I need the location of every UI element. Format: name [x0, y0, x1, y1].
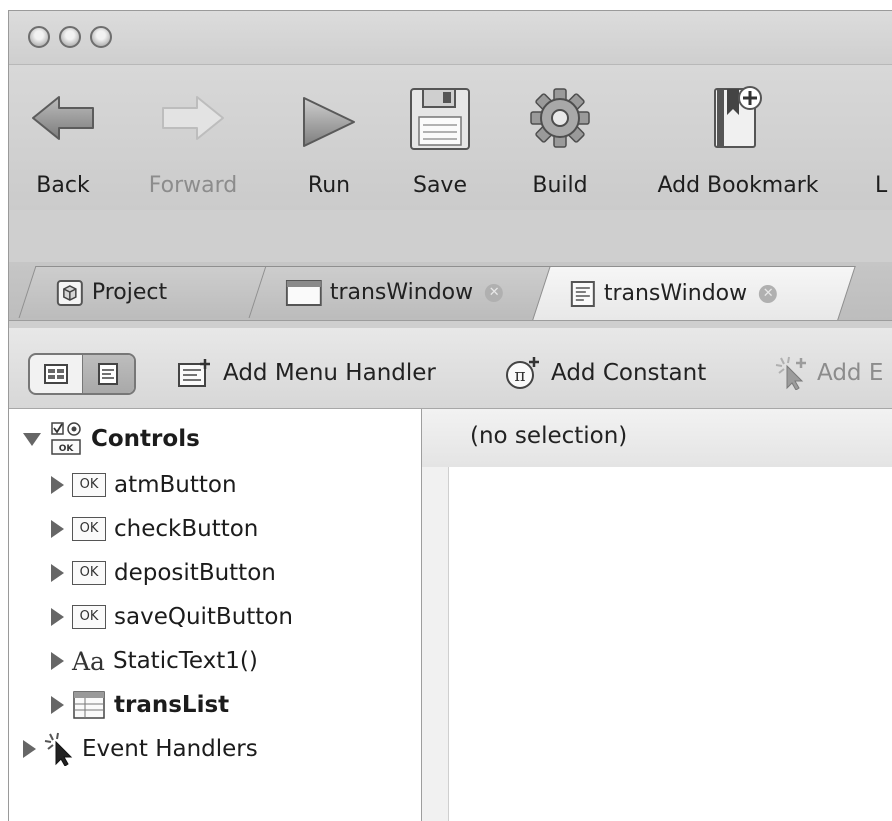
- add-constant-label: Add Constant: [551, 360, 707, 386]
- project-tree: OK Controls OK atmButton OK checkButton …: [9, 409, 422, 821]
- add-menu-handler-icon: [178, 359, 210, 387]
- window-icon: [285, 279, 322, 306]
- event-handlers-cursor-icon: [44, 732, 73, 766]
- tree-group-event-handlers-label: Event Handlers: [82, 736, 258, 762]
- controls-group-icon: OK: [51, 422, 81, 455]
- svg-text:π: π: [514, 366, 525, 386]
- project-icon: [56, 279, 83, 306]
- next-toolbar-button[interactable]: L: [875, 65, 892, 210]
- code-editor[interactable]: [449, 467, 892, 821]
- add-bookmark-button[interactable]: Add Bookmark: [635, 65, 841, 210]
- next-toolbar-label: L: [875, 173, 888, 198]
- disclosure-right-icon[interactable]: [51, 608, 64, 626]
- add-menu-handler-button[interactable]: Add Menu Handler: [177, 354, 436, 392]
- build-button[interactable]: Build: [519, 65, 601, 210]
- tree-item-label: checkButton: [114, 516, 259, 542]
- add-constant-button[interactable]: π Add Constant: [503, 354, 706, 392]
- tree-item-atmbutton[interactable]: OK atmButton: [51, 463, 237, 507]
- add-bookmark-label: Add Bookmark: [657, 173, 819, 198]
- close-tab-icon[interactable]: ✕: [485, 283, 504, 302]
- ok-button-icon: OK: [72, 517, 106, 541]
- code-view-icon: [98, 363, 119, 385]
- editor-toolbar: Add Menu Handler π Add Constant Add E: [9, 328, 892, 409]
- tab-project-label: Project: [91, 280, 168, 305]
- tree-item-statictext1[interactable]: Aa StaticText1(): [51, 639, 258, 683]
- forward-arrow-icon: [162, 96, 224, 140]
- tree-item-label: saveQuitButton: [114, 604, 293, 630]
- save-button[interactable]: Save: [405, 65, 475, 210]
- ok-button-icon: OK: [72, 473, 106, 497]
- run-label: Run: [307, 173, 351, 198]
- tree-group-controls[interactable]: OK Controls: [23, 417, 200, 461]
- tree-group-controls-label: Controls: [91, 426, 200, 452]
- tree-item-checkbutton[interactable]: OK checkButton: [51, 507, 258, 551]
- editor-header: (no selection): [422, 409, 892, 468]
- code-editor-icon: [570, 280, 595, 307]
- ok-button-icon: OK: [72, 605, 106, 629]
- add-bookmark-icon: [714, 86, 762, 148]
- disclosure-right-icon[interactable]: [51, 476, 64, 494]
- add-event-button[interactable]: Add E: [775, 354, 883, 392]
- add-menu-handler-label: Add Menu Handler: [223, 360, 436, 386]
- back-arrow-icon: [32, 96, 94, 140]
- view-toggle[interactable]: [28, 353, 136, 395]
- back-button[interactable]: Back: [23, 65, 103, 210]
- static-text-icon: Aa: [72, 646, 105, 676]
- floppy-disk-icon: [410, 88, 470, 150]
- build-label: Build: [532, 173, 588, 198]
- tab-transwindow-layout[interactable]: transWindow ✕: [248, 266, 578, 318]
- run-button[interactable]: Run: [294, 65, 364, 210]
- tab-strip: Project transWindow ✕ transWindow ✕: [9, 262, 892, 321]
- listbox-icon: [73, 691, 105, 719]
- gear-icon: [530, 88, 590, 148]
- tree-item-label: transList: [114, 692, 230, 718]
- disclosure-right-icon[interactable]: [51, 564, 64, 582]
- code-view-segment[interactable]: [81, 355, 134, 393]
- tree-item-label: depositButton: [114, 560, 276, 586]
- tab-bar: Project transWindow ✕ transWindow ✕: [9, 210, 892, 328]
- disclosure-right-icon[interactable]: [51, 520, 64, 538]
- tab-project[interactable]: Project: [18, 266, 276, 318]
- disclosure-right-icon[interactable]: [23, 740, 36, 758]
- disclosure-down-icon[interactable]: [23, 432, 41, 446]
- tab-transwindow-code[interactable]: transWindow ✕: [532, 266, 856, 320]
- forward-button[interactable]: Forward: [137, 65, 249, 210]
- tree-item-label: atmButton: [114, 472, 237, 498]
- run-play-icon: [303, 97, 355, 147]
- disclosure-right-icon[interactable]: [51, 696, 64, 714]
- layout-view-segment[interactable]: [30, 355, 82, 393]
- code-editor-pane: (no selection): [422, 409, 892, 821]
- svg-text:OK: OK: [59, 444, 75, 454]
- title-bar: [9, 11, 892, 65]
- close-tab-icon[interactable]: ✕: [759, 284, 778, 303]
- add-event-label: Add E: [817, 360, 884, 386]
- close-window-button[interactable]: [28, 26, 50, 48]
- forward-label: Forward: [148, 173, 238, 198]
- tab-transwindow-layout-label: transWindow: [329, 280, 474, 305]
- tree-item-depositbutton[interactable]: OK depositButton: [51, 551, 276, 595]
- disclosure-right-icon[interactable]: [51, 652, 64, 670]
- tree-item-label: StaticText1(): [112, 648, 258, 674]
- add-constant-pi-icon: π: [506, 357, 539, 389]
- tree-group-event-handlers[interactable]: Event Handlers: [23, 727, 258, 771]
- layout-view-icon: [43, 364, 68, 384]
- editor-gutter: [422, 467, 449, 821]
- main-toolbar: Back Forward Run Save Build Add Bookmark…: [9, 65, 892, 210]
- save-label: Save: [412, 173, 467, 198]
- add-event-cursor-icon: [775, 356, 806, 390]
- selection-status: (no selection): [470, 423, 628, 449]
- minimize-window-button[interactable]: [59, 26, 81, 48]
- zoom-window-button[interactable]: [90, 26, 112, 48]
- app-window: Back Forward Run Save Build Add Bookmark…: [8, 10, 892, 821]
- ok-button-icon: OK: [72, 561, 106, 585]
- back-label: Back: [36, 173, 90, 198]
- tree-item-translist[interactable]: transList: [51, 683, 229, 727]
- tab-transwindow-code-label: transWindow: [603, 281, 748, 306]
- tree-item-savequitbutton[interactable]: OK saveQuitButton: [51, 595, 293, 639]
